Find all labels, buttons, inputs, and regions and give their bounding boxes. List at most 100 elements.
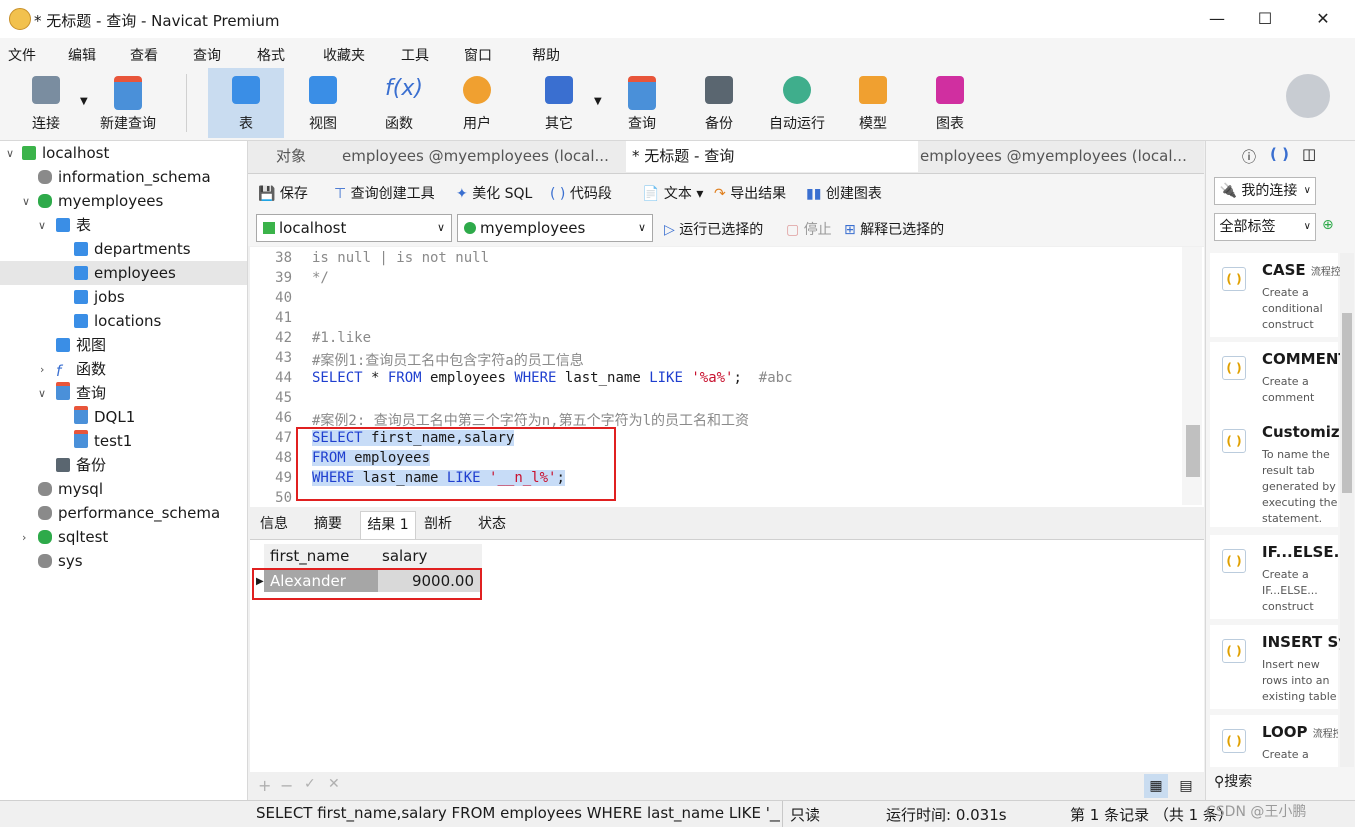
editor-scrollbar[interactable] [1182,247,1202,505]
tag-filter-dropdown[interactable]: 全部标签 ∨ [1214,213,1316,241]
tree-item-dql1[interactable]: DQL1 [74,405,135,429]
maximize-button[interactable]: ☐ [1242,6,1288,32]
snippet-search[interactable]: ⚲搜索 [1214,771,1252,791]
chevron-down-icon[interactable]: ∨ [6,147,14,160]
code-snippet-icon[interactable]: ( ) [1270,145,1289,163]
snippet-loop[interactable]: ( ) LOOP 流程控 Create a [1210,715,1338,767]
tree-item-information-schema[interactable]: information_schema [38,165,211,189]
snippet-customize[interactable]: ( ) Customize To name the result tab gen… [1210,415,1340,527]
panel-layout-icon[interactable]: ◫ [1302,145,1316,163]
chevron-right-icon[interactable]: › [40,363,44,376]
snippet-scrollbar[interactable] [1340,253,1354,767]
minimize-button[interactable]: — [1194,6,1240,32]
menu-tools[interactable]: 工具 [401,45,429,65]
menu-window[interactable]: 窗口 [464,45,492,65]
tab-profile[interactable]: 剖析 [416,511,460,538]
tree-item-test1[interactable]: test1 [74,429,132,453]
form-view-icon[interactable]: ▤ [1174,774,1198,798]
query-builder-button[interactable]: ⊤ 查询创建工具 [334,183,435,203]
tree-item-departments[interactable]: departments [74,237,191,261]
tree-item-tables[interactable]: 表 [56,213,91,237]
toolbar-connection-button[interactable]: 连接 [10,68,82,138]
snippet-title-text: LOOP [1262,723,1308,741]
snippet-case[interactable]: ( ) CASE 流程控 Create a conditional constr… [1210,253,1340,337]
text-button[interactable]: 📄 文本 ▾ [642,183,703,203]
toolbar-query-button[interactable]: 查询 [606,68,678,138]
menu-help[interactable]: 帮助 [532,45,560,65]
scrollbar-thumb[interactable] [1342,313,1352,493]
stop-button[interactable]: ▢ 停止 [786,219,832,239]
snippet-insert[interactable]: ( ) INSERT Sy Insert new rows into an ex… [1210,625,1340,709]
chevron-right-icon[interactable]: › [22,531,26,544]
tree-item-myemployees[interactable]: myemployees [38,189,163,213]
info-icon[interactable]: ⓘ [1242,147,1256,167]
sql-editor[interactable]: 38 is null | is not null 39 */ 40 41 42 #1.… [250,247,1204,507]
toolbar-automation-button[interactable]: 自动运行 [760,68,834,138]
dropdown-arrow-icon[interactable]: ▼ [80,96,88,107]
toolbar-table-button[interactable]: 表 [208,68,284,138]
beautify-sql-button[interactable]: ✦ 美化 SQL [456,183,532,203]
add-snippet-icon[interactable]: ⊕ [1322,217,1334,233]
tree-item-functions[interactable]: f 函数 [56,357,106,381]
add-record-button[interactable]: + [258,776,271,795]
avatar[interactable] [1286,74,1330,118]
toolbar-view-button[interactable]: 视图 [286,68,360,138]
save-button[interactable]: 💾 保存 [258,183,308,203]
menu-file[interactable]: 文件 [8,45,36,65]
tab-status[interactable]: 状态 [470,511,514,538]
menu-format[interactable]: 格式 [257,45,285,65]
menu-edit[interactable]: 编辑 [68,45,96,65]
menu-view[interactable]: 查看 [130,45,158,65]
code-snippet-button[interactable]: ( ) 代码段 [550,183,612,203]
discard-changes-button[interactable]: ✕ [328,776,340,792]
tab-info[interactable]: 信息 [252,511,296,538]
tree-item-sqltest[interactable]: sqltest [38,525,108,549]
run-selected-button[interactable]: ▷ 运行已选择的 [664,219,763,239]
tab-untitled-query[interactable]: * 无标题 - 查询 [626,141,918,172]
scrollbar-thumb[interactable] [1186,425,1200,477]
explain-selected-button[interactable]: ⊞ 解释已选择的 [844,219,944,239]
table-icon [74,242,88,256]
tree-item-views[interactable]: 视图 [56,333,106,357]
column-header-first-name[interactable]: first_name [264,544,382,568]
tree-item-jobs[interactable]: jobs [74,285,125,309]
database-select[interactable]: myemployees ∨ [457,214,653,242]
server-select[interactable]: localhost ∨ [256,214,452,242]
connection-filter-dropdown[interactable]: 🔌 我的连接 ∨ [1214,177,1316,205]
chevron-down-icon[interactable]: ∨ [38,219,46,232]
export-results-button[interactable]: ↷ 导出结果 [714,183,786,203]
tree-item-employees[interactable]: employees [0,261,247,285]
toolbar-function-button[interactable]: f(x) 函数 [362,68,436,138]
toolbar-other-button[interactable]: 其它 [522,68,596,138]
grid-view-icon[interactable]: ▦ [1144,774,1168,798]
tab-summary[interactable]: 摘要 [306,511,350,538]
snippet-comment[interactable]: ( ) COMMENT Create a comment [1210,342,1340,426]
column-header-salary[interactable]: salary [378,544,482,568]
tree-item-sys[interactable]: sys [38,549,83,573]
toolbar-user-button[interactable]: 用户 [440,68,514,138]
tree-item-backup[interactable]: 备份 [56,453,106,477]
toolbar-model-button[interactable]: 模型 [836,68,910,138]
tab-employees-table[interactable]: employees @myemployees (local... [338,141,626,172]
chevron-down-icon[interactable]: ∨ [38,387,46,400]
tree-item-queries[interactable]: 查询 [56,381,106,405]
delete-record-button[interactable]: − [280,776,293,795]
tree-item-mysql[interactable]: mysql [38,477,103,501]
toolbar-new-query-button[interactable]: 新建查询 [92,68,164,138]
tree-item-locations[interactable]: locations [74,309,161,333]
chevron-down-icon[interactable]: ∨ [22,195,30,208]
menu-favorites[interactable]: 收藏夹 [323,45,365,65]
apply-changes-button[interactable]: ✓ [304,776,316,792]
create-chart-button[interactable]: ▮▮ 创建图表 [806,183,882,203]
tree-item-localhost[interactable]: localhost [22,141,109,165]
tab-employees-design[interactable]: employees @myemployees (local... [916,141,1200,172]
tab-objects[interactable]: 对象 [248,141,334,172]
toolbar-backup-button[interactable]: 备份 [682,68,756,138]
toolbar-chart-button[interactable]: 图表 [912,68,988,138]
snippet-if-else[interactable]: ( ) IF...ELSE... Create a IF...ELSE... c… [1210,535,1340,619]
tree-item-performance-schema[interactable]: performance_schema [38,501,220,525]
close-button[interactable]: ✕ [1300,6,1346,32]
menu-query[interactable]: 查询 [193,45,221,65]
dropdown-arrow-icon[interactable]: ▼ [594,96,602,107]
tab-result-1[interactable]: 结果 1 [360,511,416,539]
